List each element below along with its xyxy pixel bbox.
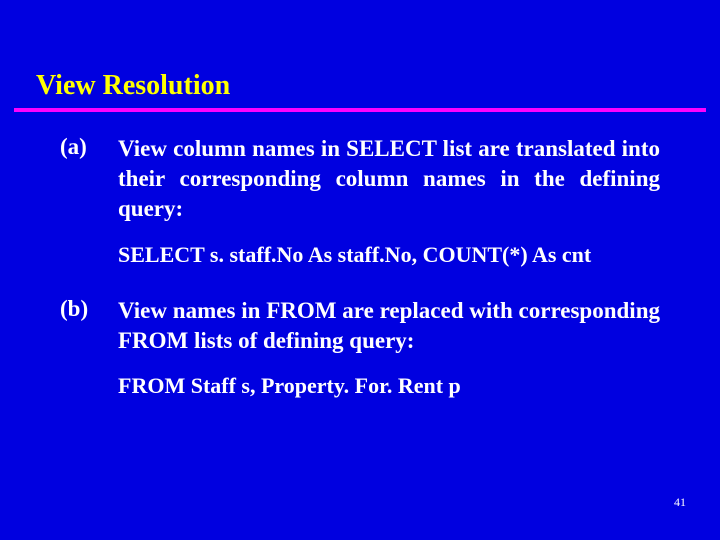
item-code-b: FROM Staff s, Property. For. Rent p (118, 373, 660, 399)
slide-title: View Resolution (0, 0, 720, 108)
item-code-a: SELECT s. staff.No As staff.No, COUNT(*)… (118, 242, 660, 268)
item-marker-a: (a) (60, 134, 118, 224)
item-marker-b: (b) (60, 296, 118, 356)
item-body-b: View names in FROM are replaced with cor… (118, 296, 660, 356)
list-item: (b) View names in FROM are replaced with… (60, 296, 660, 356)
list-item: (a) View column names in SELECT list are… (60, 134, 660, 224)
item-body-a: View column names in SELECT list are tra… (118, 134, 660, 224)
page-number: 41 (674, 495, 686, 510)
slide-content: (a) View column names in SELECT list are… (0, 112, 720, 399)
slide: View Resolution (a) View column names in… (0, 0, 720, 540)
